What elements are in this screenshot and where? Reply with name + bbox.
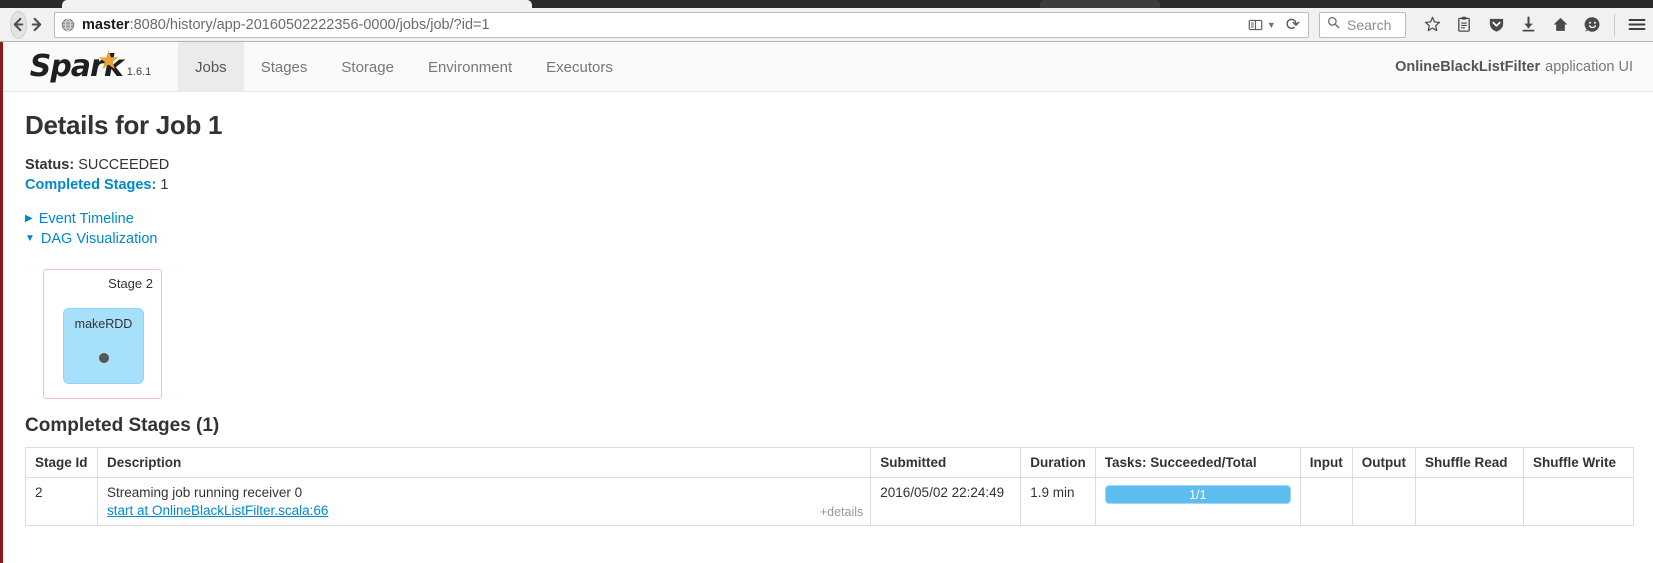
browser-chrome: master:8080/history/app-20160502222356-0… (0, 0, 1653, 42)
dag-visualization-label: DAG Visualization (40, 231, 158, 247)
search-box[interactable]: Search (1319, 11, 1406, 38)
column-header-input[interactable]: Input (1299, 447, 1353, 478)
description-text: Streaming job running receiver 0 (107, 485, 303, 500)
hamburger-menu-icon[interactable] (1623, 11, 1651, 39)
spark-navbar: Spark ★ 1.6.1 Jobs Stages Storage Enviro… (3, 42, 1653, 92)
reload-icon[interactable]: ⟳ (1286, 15, 1300, 35)
dag-visualization-toggle[interactable]: ▼ DAG Visualization (25, 229, 1631, 249)
table-row: 2 Streaming job running receiver 0 start… (25, 477, 1634, 526)
page-title: Details for Job 1 (25, 110, 223, 140)
dag-visualization-panel: Stage 2 makeRDD (25, 261, 1634, 409)
cell-submitted: 2016/05/02 22:24:49 (870, 477, 1022, 526)
application-ui-label: OnlineBlackListFilter application UI (1395, 42, 1653, 91)
search-input[interactable]: Search (1347, 17, 1391, 33)
dag-rdd-node[interactable]: makeRDD (63, 308, 144, 384)
home-icon[interactable] (1546, 11, 1574, 39)
tab-stages[interactable]: Stages (244, 42, 325, 92)
cell-tasks: 1/1 (1094, 477, 1301, 526)
status-value: SUCCEEDED (78, 157, 170, 173)
globe-icon (61, 18, 75, 32)
pocket-shield-icon[interactable] (1482, 11, 1510, 39)
spark-logo[interactable]: Spark ★ 1.6.1 (3, 42, 178, 91)
address-bar[interactable]: master:8080/history/app-20160502222356-0… (54, 11, 1309, 38)
bookmark-star-icon[interactable] (1418, 11, 1446, 39)
chevron-down-icon: ▼ (25, 233, 35, 244)
chevron-right-icon: ▶ (25, 213, 33, 224)
completed-stages-label[interactable]: Completed Stages: (25, 177, 156, 193)
column-header-submitted[interactable]: Submitted (870, 447, 1022, 478)
cell-description: Streaming job running receiver 0 start a… (96, 477, 872, 526)
page-content: Details for Job 1 Status: SUCCEEDED Comp… (3, 92, 1653, 526)
spark-web-ui: Spark ★ 1.6.1 Jobs Stages Storage Enviro… (0, 42, 1653, 563)
cell-input (1299, 477, 1353, 526)
back-button[interactable] (10, 10, 27, 39)
forward-button[interactable] (29, 11, 44, 39)
column-header-tasks[interactable]: Tasks: Succeeded/Total (1094, 447, 1301, 478)
column-header-shuffle-read[interactable]: Shuffle Read (1415, 447, 1524, 478)
reader-mode-icon[interactable] (1248, 18, 1263, 32)
event-timeline-label: Event Timeline (38, 211, 134, 227)
details-toggle[interactable]: +details (820, 505, 863, 519)
browser-tab-active[interactable] (62, 0, 532, 8)
search-icon (1327, 16, 1340, 34)
tab-jobs[interactable]: Jobs (178, 42, 244, 92)
cell-duration: 1.9 min (1020, 477, 1096, 526)
tab-storage[interactable]: Storage (324, 42, 411, 92)
chevron-down-icon[interactable]: ▼ (1267, 20, 1276, 30)
column-header-duration[interactable]: Duration (1020, 447, 1096, 478)
tab-environment[interactable]: Environment (411, 42, 529, 92)
completed-stages-line: Completed Stages: 1 (25, 175, 1631, 195)
description-link[interactable]: start at OnlineBlackListFilter.scala:66 (107, 503, 861, 518)
library-icon[interactable] (1450, 11, 1478, 39)
toolbar-divider (1614, 13, 1615, 36)
browser-toolbar-icons (1416, 11, 1653, 39)
spark-version-label: 1.6.1 (126, 65, 152, 78)
completed-stages-heading: Completed Stages (1) (25, 415, 220, 436)
status-line: Status: SUCCEEDED (25, 155, 1631, 175)
star-icon: ★ (97, 45, 121, 75)
cell-stage-id: 2 (25, 477, 98, 526)
browser-nav-row: master:8080/history/app-20160502222356-0… (0, 8, 1653, 41)
feedback-smiley-icon[interactable] (1578, 11, 1606, 39)
completed-stages-value: 1 (160, 177, 169, 193)
application-name: OnlineBlackListFilter (1395, 58, 1541, 75)
browser-tab-strip (0, 0, 1653, 8)
browser-tab-secondary[interactable] (1040, 0, 1160, 8)
dag-stage-box[interactable]: Stage 2 makeRDD (43, 269, 162, 399)
downloads-icon[interactable] (1514, 11, 1542, 39)
job-metadata: Status: SUCCEEDED Completed Stages: 1 (25, 155, 1631, 195)
column-header-description[interactable]: Description (96, 447, 872, 478)
column-header-shuffle-write[interactable]: Shuffle Write (1523, 447, 1634, 478)
column-header-stage-id[interactable]: Stage Id (25, 447, 98, 478)
dag-stage-label: Stage 2 (108, 276, 153, 291)
event-timeline-toggle[interactable]: ▶ Event Timeline (25, 209, 1631, 229)
address-bar-text: master:8080/history/app-20160502222356-0… (82, 16, 490, 33)
dag-rdd-dot-icon (98, 353, 109, 363)
task-progress-bar: 1/1 (1104, 485, 1291, 504)
column-header-output[interactable]: Output (1351, 447, 1417, 478)
status-label: Status: (25, 157, 75, 173)
cell-shuffle-read (1415, 477, 1524, 526)
tab-executors[interactable]: Executors (529, 42, 630, 92)
application-ui-suffix: application UI (1545, 58, 1633, 75)
task-progress-label: 1/1 (1189, 488, 1207, 502)
dag-rdd-label: makeRDD (74, 317, 133, 331)
cell-output (1351, 477, 1417, 526)
cell-shuffle-write (1523, 477, 1634, 526)
table-header-row: Stage Id Description Submitted Duration … (25, 447, 1634, 478)
completed-stages-table: Stage Id Description Submitted Duration … (25, 447, 1634, 526)
